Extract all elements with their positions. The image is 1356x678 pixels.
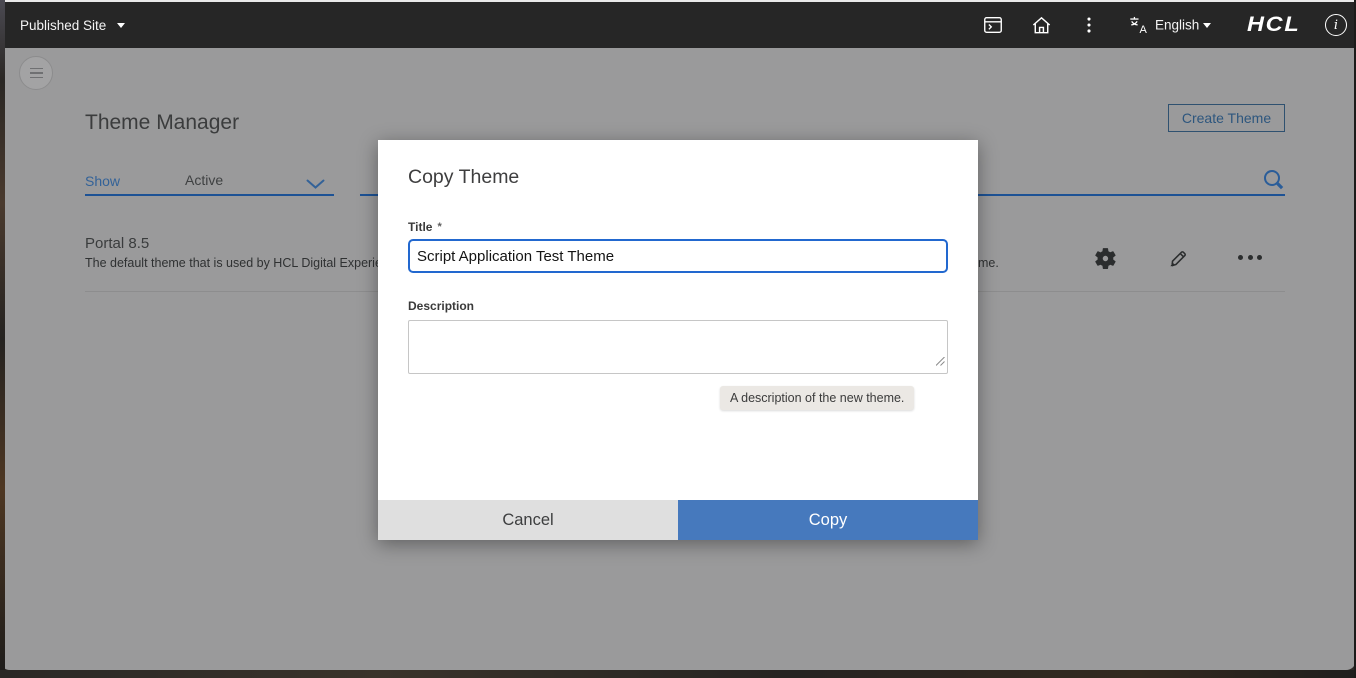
svg-text:A: A bbox=[1139, 24, 1147, 36]
show-filter-label: Show bbox=[85, 173, 121, 189]
description-field-label: Description bbox=[408, 299, 475, 313]
description-tooltip: A description of the new theme. bbox=[720, 386, 915, 410]
filter-dropdown-selected[interactable]: Active bbox=[185, 172, 223, 188]
theme-description: The default theme that is used by HCL Di… bbox=[85, 256, 389, 270]
copy-button[interactable]: Copy bbox=[678, 500, 978, 540]
description-textarea[interactable] bbox=[408, 320, 948, 374]
description-field-wrap bbox=[408, 320, 948, 374]
language-label[interactable]: English bbox=[1155, 18, 1199, 33]
dialog-title: Copy Theme bbox=[408, 166, 520, 188]
top-navigation-bar: Published Site A English HCL i bbox=[0, 0, 1356, 48]
theme-name: Portal 8.5 bbox=[85, 235, 150, 252]
cancel-button[interactable]: Cancel bbox=[378, 500, 678, 540]
language-icon[interactable]: A bbox=[1128, 14, 1150, 36]
more-ellipsis-icon[interactable] bbox=[1238, 255, 1262, 260]
search-icon[interactable] bbox=[1261, 167, 1287, 198]
home-icon[interactable] bbox=[1029, 13, 1053, 37]
desktop-edge-bottom bbox=[0, 670, 1356, 678]
overflow-menu-icon[interactable] bbox=[1077, 13, 1101, 37]
site-preview-icon[interactable] bbox=[981, 13, 1005, 37]
site-selector-dropdown[interactable]: Published Site bbox=[20, 2, 126, 48]
copy-theme-dialog: Copy Theme Title* Description A descript… bbox=[378, 140, 978, 540]
dialog-button-row: Cancel Copy bbox=[378, 500, 978, 540]
desktop-edge-left bbox=[0, 0, 5, 678]
chevron-down-icon bbox=[117, 22, 126, 28]
hamburger-menu-button[interactable] bbox=[19, 56, 53, 90]
site-selector-label: Published Site bbox=[20, 17, 107, 33]
edit-pencil-icon[interactable] bbox=[1165, 246, 1190, 276]
title-field-label: Title * bbox=[408, 220, 442, 234]
page-title: Theme Manager bbox=[85, 111, 240, 134]
theme-description-fragment: me. bbox=[978, 256, 999, 270]
title-input[interactable] bbox=[408, 239, 948, 273]
show-filter-underline bbox=[85, 194, 334, 196]
info-icon[interactable]: i bbox=[1325, 14, 1347, 36]
settings-gear-icon[interactable] bbox=[1093, 246, 1118, 276]
hcl-logo: HCL bbox=[1247, 13, 1301, 36]
browser-window: Published Site A English HCL i Theme Man… bbox=[0, 0, 1356, 678]
resize-handle-icon[interactable] bbox=[935, 353, 945, 371]
create-theme-button[interactable]: Create Theme bbox=[1168, 104, 1285, 132]
language-chevron-down-icon[interactable] bbox=[1201, 19, 1213, 31]
filter-chevron-down-icon[interactable] bbox=[306, 177, 325, 195]
required-asterisk: * bbox=[437, 221, 442, 233]
